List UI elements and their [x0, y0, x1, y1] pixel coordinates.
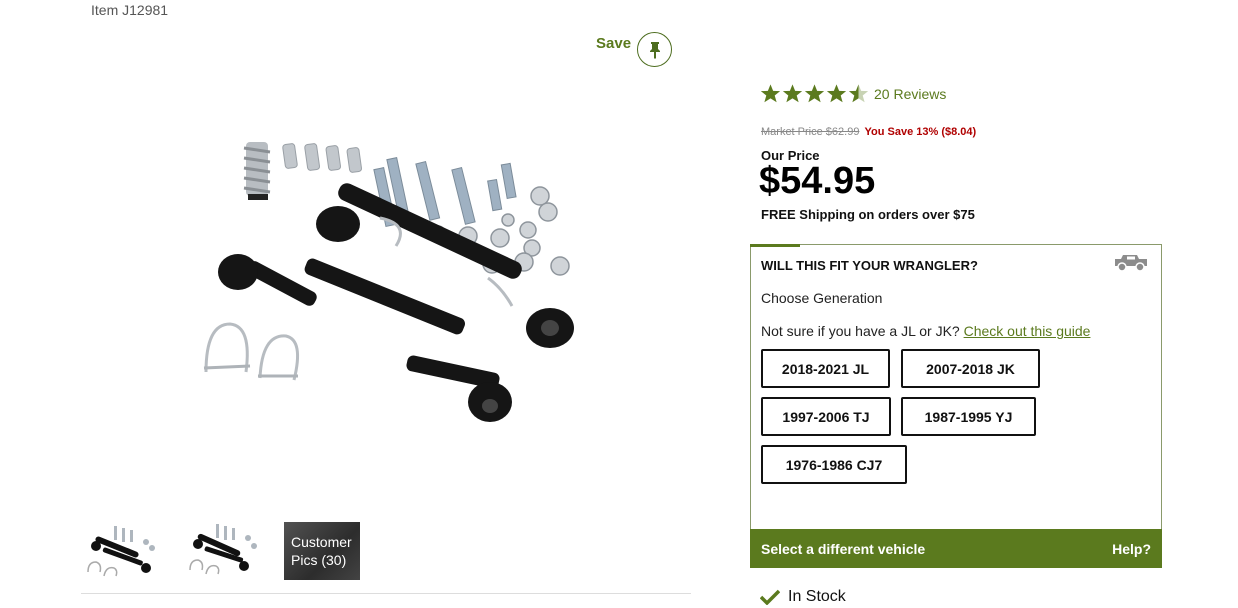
star-icon — [804, 84, 825, 103]
fitment-accent-bar — [750, 244, 800, 247]
pin-icon[interactable] — [637, 32, 673, 67]
check-icon — [760, 589, 780, 605]
market-price: Market Price $62.99 — [761, 126, 860, 138]
star-icon — [826, 84, 847, 103]
save-control[interactable]: Save — [596, 32, 673, 67]
product-main-image[interactable] — [190, 128, 590, 448]
free-shipping-note: FREE Shipping on orders over $75 — [761, 207, 975, 222]
customer-pics-label: Customer Pics (30) — [291, 534, 352, 568]
star-rating — [760, 83, 869, 104]
choose-generation-label: Choose Generation — [761, 290, 883, 306]
jeep-icon — [1115, 255, 1147, 272]
star-icon — [782, 84, 803, 103]
stock-label: In Stock — [788, 588, 846, 605]
price-comparison: Market Price $62.99 You Save 13% ($8.04) — [761, 126, 976, 138]
product-thumb-2[interactable] — [184, 522, 260, 580]
help-link[interactable]: Help? — [1112, 541, 1151, 557]
stock-status: In Stock — [760, 588, 846, 606]
product-thumb-1[interactable] — [84, 522, 160, 580]
generation-button-yj[interactable]: 1987-1995 YJ — [901, 397, 1036, 436]
gallery-thumbnails: Customer Pics (30) — [84, 522, 360, 580]
reviews-link[interactable]: 20 Reviews — [874, 86, 946, 102]
generation-guide-link[interactable]: Check out this guide — [964, 323, 1091, 339]
star-icon — [760, 84, 781, 103]
you-save: You Save 13% ($8.04) — [864, 126, 977, 138]
rating[interactable]: 20 Reviews — [760, 83, 946, 104]
generation-button-jk[interactable]: 2007-2018 JK — [901, 349, 1040, 388]
generation-button-cj7[interactable]: 1976-1986 CJ7 — [761, 445, 907, 484]
item-number: Item J12981 — [91, 2, 169, 18]
save-label[interactable]: Save — [596, 35, 631, 52]
generation-help-text: Not sure if you have a JL or JK? Check o… — [761, 323, 1090, 339]
price: $54.95 — [759, 160, 876, 202]
fitment-footer: Select a different vehicle Help? — [750, 529, 1162, 568]
not-sure-text: Not sure if you have a JL or JK? — [761, 323, 960, 339]
fitment-title: WILL THIS FIT YOUR WRANGLER? — [761, 258, 978, 273]
customer-pics-thumb[interactable]: Customer Pics (30) — [284, 522, 360, 580]
half-star-icon — [848, 84, 869, 103]
generation-button-jl[interactable]: 2018-2021 JL — [761, 349, 890, 388]
fitment-box: WILL THIS FIT YOUR WRANGLER? Choose Gene… — [750, 244, 1162, 568]
divider — [81, 593, 691, 594]
select-different-vehicle-link[interactable]: Select a different vehicle — [761, 541, 925, 557]
generation-button-tj[interactable]: 1997-2006 TJ — [761, 397, 891, 436]
